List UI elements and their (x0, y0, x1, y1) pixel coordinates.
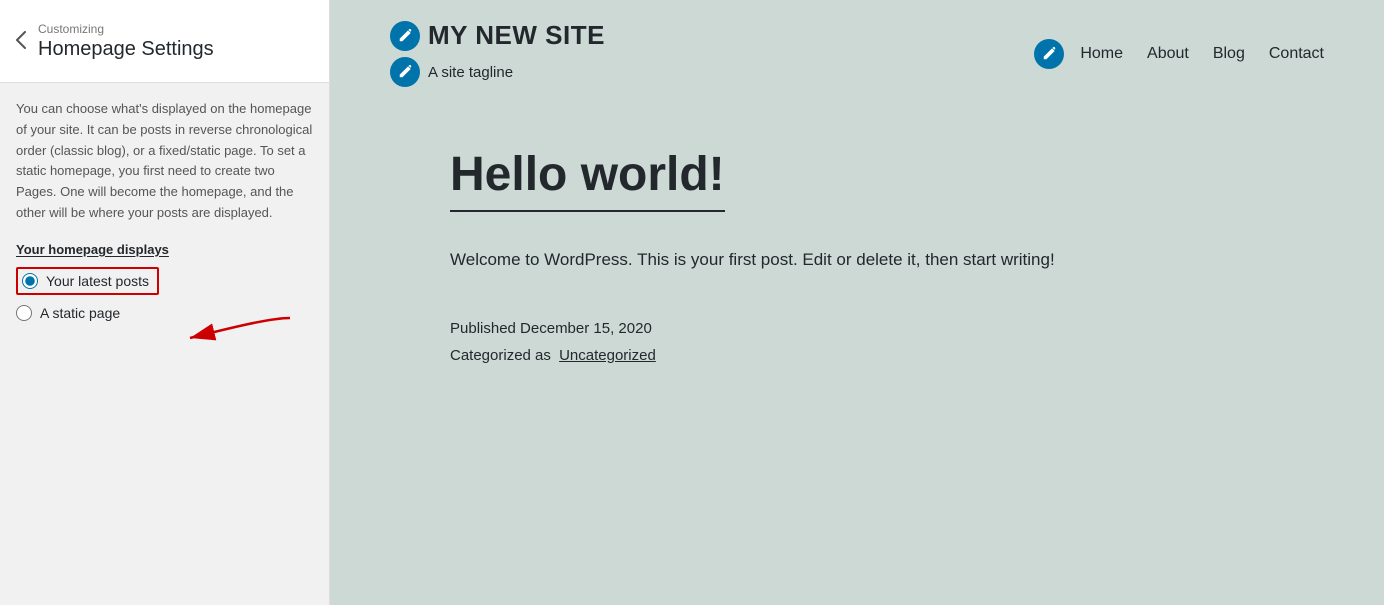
description-text: You can choose what's displayed on the h… (16, 99, 313, 224)
panel-title: Homepage Settings (38, 38, 214, 61)
nav-blog[interactable]: Blog (1213, 45, 1245, 63)
site-nav: Home About Blog Contact (1034, 39, 1324, 69)
radio-latest-posts[interactable]: Your latest posts (16, 267, 313, 295)
post-category: Categorized as Uncategorized (450, 342, 1264, 369)
site-header: MY NEW SITE A site tagline Home About (330, 0, 1384, 97)
site-preview: MY NEW SITE A site tagline Home About (330, 0, 1384, 605)
edit-site-title-icon[interactable] (390, 21, 420, 51)
radio-group: Your latest posts A static page (16, 267, 313, 321)
radio-latest-posts-input[interactable] (22, 273, 38, 289)
radio-latest-posts-label: Your latest posts (46, 273, 149, 289)
post-meta: Published December 15, 2020 Categorized … (450, 315, 1264, 369)
panel-body: You can choose what's displayed on the h… (0, 83, 329, 605)
post-excerpt: Welcome to WordPress. This is your first… (450, 246, 1070, 275)
nav-contact[interactable]: Contact (1269, 45, 1324, 63)
category-link[interactable]: Uncategorized (559, 347, 656, 364)
panel-header: Customizing Homepage Settings (0, 0, 329, 83)
radio-highlight-box: Your latest posts (16, 267, 159, 295)
edit-nav-icon[interactable] (1034, 39, 1064, 69)
nav-home[interactable]: Home (1080, 45, 1123, 63)
section-label: Your homepage displays (16, 242, 313, 257)
nav-about[interactable]: About (1147, 45, 1189, 63)
nav-links: Home About Blog Contact (1080, 45, 1324, 63)
panel-title-group: Customizing Homepage Settings (38, 22, 214, 61)
post-title: Hello world! (450, 147, 725, 212)
site-tagline-row: A site tagline (390, 57, 605, 87)
site-name: MY NEW SITE (428, 20, 605, 51)
edit-tagline-icon[interactable] (390, 57, 420, 87)
radio-static-page[interactable]: A static page (16, 305, 313, 321)
categorized-label: Categorized as (450, 347, 551, 364)
customizer-panel: Customizing Homepage Settings You can ch… (0, 0, 330, 605)
panel-subtitle: Customizing (38, 22, 214, 36)
site-branding: MY NEW SITE A site tagline (390, 20, 605, 87)
site-tagline: A site tagline (428, 64, 513, 81)
radio-static-page-label: A static page (40, 305, 120, 321)
site-title-row: MY NEW SITE (390, 20, 605, 51)
published-date: Published December 15, 2020 (450, 315, 1264, 342)
back-button[interactable] (16, 31, 26, 52)
site-content: Hello world! Welcome to WordPress. This … (330, 97, 1384, 605)
radio-static-page-input[interactable] (16, 305, 32, 321)
